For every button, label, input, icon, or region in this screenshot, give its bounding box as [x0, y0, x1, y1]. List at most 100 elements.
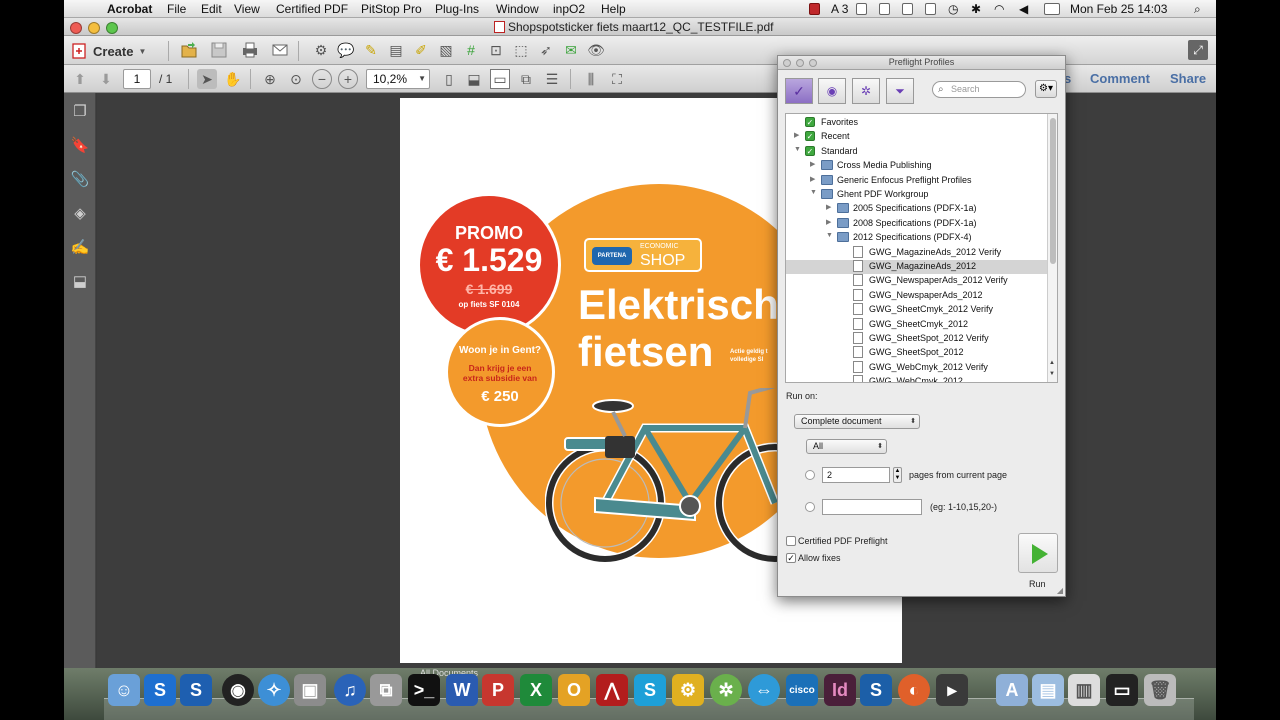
menu-certified-pdf[interactable]: Certified PDF [276, 2, 348, 16]
tree-item[interactable]: ▶ Generic Enfocus Preflight Profiles [786, 174, 1048, 188]
disclosure-open-icon[interactable]: ▼ [794, 146, 801, 153]
acrobat-icon[interactable]: ⋀ [596, 674, 628, 706]
tree-item[interactable]: ✓ Favorites [786, 116, 1048, 130]
pages-count-stepper[interactable]: ▲ ▼ [893, 467, 902, 483]
status-a3[interactable]: A 3 [831, 2, 848, 16]
menu-help[interactable]: Help [601, 2, 626, 16]
disclosure-closed-icon[interactable]: ▶ [810, 160, 815, 168]
app-icon[interactable]: ▸ [936, 674, 968, 706]
screen-capture-icon[interactable]: ▭ [1106, 674, 1138, 706]
scroll-down-arrow[interactable]: ▼ [1049, 371, 1055, 377]
zoom-out-button[interactable]: − [312, 69, 332, 89]
save-icon[interactable] [209, 40, 229, 60]
profiles-tab-gear-icon[interactable]: ✲ [852, 78, 880, 104]
select-arrow-tool[interactable]: ➤ [197, 69, 217, 89]
page-thumbnails-icon[interactable]: ❐ [70, 101, 90, 121]
photos-icon[interactable]: ▣ [294, 674, 326, 706]
menu-clock[interactable]: Mon Feb 25 14:03 [1070, 2, 1167, 16]
previous-page-icon[interactable]: ⬆ [70, 69, 90, 89]
time-machine-icon[interactable]: ◷ [948, 2, 958, 16]
tree-item[interactable]: ▼ ✓ Standard [786, 145, 1048, 159]
pages-select[interactable]: All ⬍ [806, 439, 887, 454]
volume-icon[interactable]: ◀ [1019, 2, 1028, 16]
disclosure-open-icon[interactable]: ▼ [826, 232, 833, 239]
bluetooth-icon[interactable]: ✱ [971, 2, 981, 16]
terminal-icon[interactable]: >_ [408, 674, 440, 706]
status-dropbox-icon[interactable] [856, 3, 867, 15]
skype-icon[interactable]: S [634, 674, 666, 706]
zoom-window-button[interactable] [106, 22, 118, 34]
create-button[interactable]: Create ▼ [72, 40, 146, 62]
comment-bubble-icon[interactable]: 💬 [336, 40, 356, 60]
menu-window[interactable]: Window [496, 2, 539, 16]
applications-folder-icon[interactable]: A [996, 674, 1028, 706]
disclosure-closed-icon[interactable]: ▶ [810, 175, 815, 183]
tree-item[interactable]: GWG_NewspaperAds_2012 [786, 288, 1048, 303]
tree-item[interactable]: ▼ Ghent PDF Workgroup [786, 188, 1048, 202]
menu-pitstop-pro[interactable]: PitStop Pro [361, 2, 422, 16]
marquee-zoom-icon[interactable]: ⊕ [260, 69, 280, 89]
pages-from-current-radio[interactable] [805, 470, 815, 480]
pitstop-icon[interactable]: ✲ [710, 674, 742, 706]
page-range-radio[interactable] [805, 502, 815, 512]
powerpoint-icon[interactable]: P [482, 674, 514, 706]
zoom-in-button[interactable]: + [338, 69, 358, 89]
profiles-tab-check-icon[interactable]: ✓ [785, 78, 813, 104]
comment-edit-icon[interactable]: ✎ [361, 40, 381, 60]
scroll-up-arrow[interactable]: ▲ [1049, 360, 1055, 366]
next-page-icon[interactable]: ⬇ [96, 69, 116, 89]
email-icon[interactable] [270, 40, 290, 60]
tree-scrollbar[interactable]: ▲ ▼ [1047, 114, 1057, 382]
disclosure-closed-icon[interactable]: ▶ [794, 131, 799, 139]
pointer-select-icon[interactable]: ➶ [536, 40, 556, 60]
document-stack-icon[interactable]: ▥ [1068, 674, 1100, 706]
firefox-icon[interactable]: ◐ [898, 674, 930, 706]
outlook-icon[interactable]: O [558, 674, 590, 706]
menu-acrobat[interactable]: Acrobat [107, 2, 152, 16]
run-button[interactable] [1018, 533, 1058, 573]
disclosure-closed-icon[interactable]: ▶ [826, 203, 831, 211]
tree-item[interactable]: GWG_SheetCmyk_2012 Verify [786, 303, 1048, 317]
spotlight-icon[interactable]: ⌕ [1194, 2, 1201, 17]
tree-item[interactable]: GWG_MagazineAds_2012 [786, 260, 1048, 274]
teamviewer-icon[interactable]: ⇔ [748, 674, 780, 706]
profiles-options-gear-button[interactable]: ⚙▾ [1035, 80, 1057, 98]
wifi-icon[interactable]: ◠ [994, 2, 1004, 16]
zoom-select-icon[interactable]: ⊡ [486, 40, 506, 60]
print-icon[interactable] [240, 40, 260, 60]
tree-item[interactable]: ▶ 2005 Specifications (PDFX-1a) [786, 202, 1048, 216]
screen-app-icon[interactable]: S [860, 674, 892, 706]
skype-app-icon[interactable]: S [144, 674, 176, 706]
tree-scrollbar-thumb[interactable] [1050, 118, 1056, 264]
documents-folder-icon[interactable]: ▤ [1032, 674, 1064, 706]
itunes-icon[interactable]: ♫ [334, 674, 366, 706]
indesign-icon[interactable]: Id [824, 674, 856, 706]
expand-window-icon[interactable]: ⤢ [1188, 40, 1208, 60]
read-mode-icon[interactable]: ☰ [542, 69, 562, 89]
menu-edit[interactable]: Edit [201, 2, 222, 16]
battery-icon[interactable] [1044, 3, 1060, 15]
grid-icon[interactable]: # [461, 40, 481, 60]
scrolling-mode-icon[interactable]: ⧉ [516, 69, 536, 89]
dynamic-zoom-icon[interactable]: ⊙ [286, 69, 306, 89]
object-select-icon[interactable]: ⬚ [511, 40, 531, 60]
status-display-icon[interactable] [925, 3, 936, 15]
cisco-icon[interactable]: cisco [786, 674, 818, 706]
tree-item[interactable]: GWG_SheetSpot_2012 Verify [786, 332, 1048, 346]
excel-icon[interactable]: X [520, 674, 552, 706]
menu-file[interactable]: File [167, 2, 186, 16]
dashboard-icon[interactable]: ◉ [222, 674, 254, 706]
finder-icon[interactable]: ☺ [108, 674, 140, 706]
single-page-icon[interactable]: ▯ [439, 69, 459, 89]
tree-item[interactable]: ▶ ✓ Recent [786, 130, 1048, 144]
page-number-input[interactable]: 1 [123, 69, 151, 89]
document-edit-icon[interactable]: ✐ [411, 40, 431, 60]
layers-icon[interactable]: ◈ [70, 203, 90, 223]
skype-cl-app-icon[interactable]: S [180, 674, 212, 706]
content-icon[interactable]: ⬓ [70, 271, 90, 291]
run-on-select[interactable]: Complete document ⬍ [794, 414, 920, 429]
tree-item[interactable]: GWG_SheetSpot_2012 [786, 346, 1048, 360]
fit-width-icon[interactable]: ⬓ [464, 69, 484, 89]
tree-item[interactable]: GWG_MagazineAds_2012 Verify [786, 245, 1048, 260]
fit-page-icon[interactable]: ▭ [490, 69, 510, 89]
